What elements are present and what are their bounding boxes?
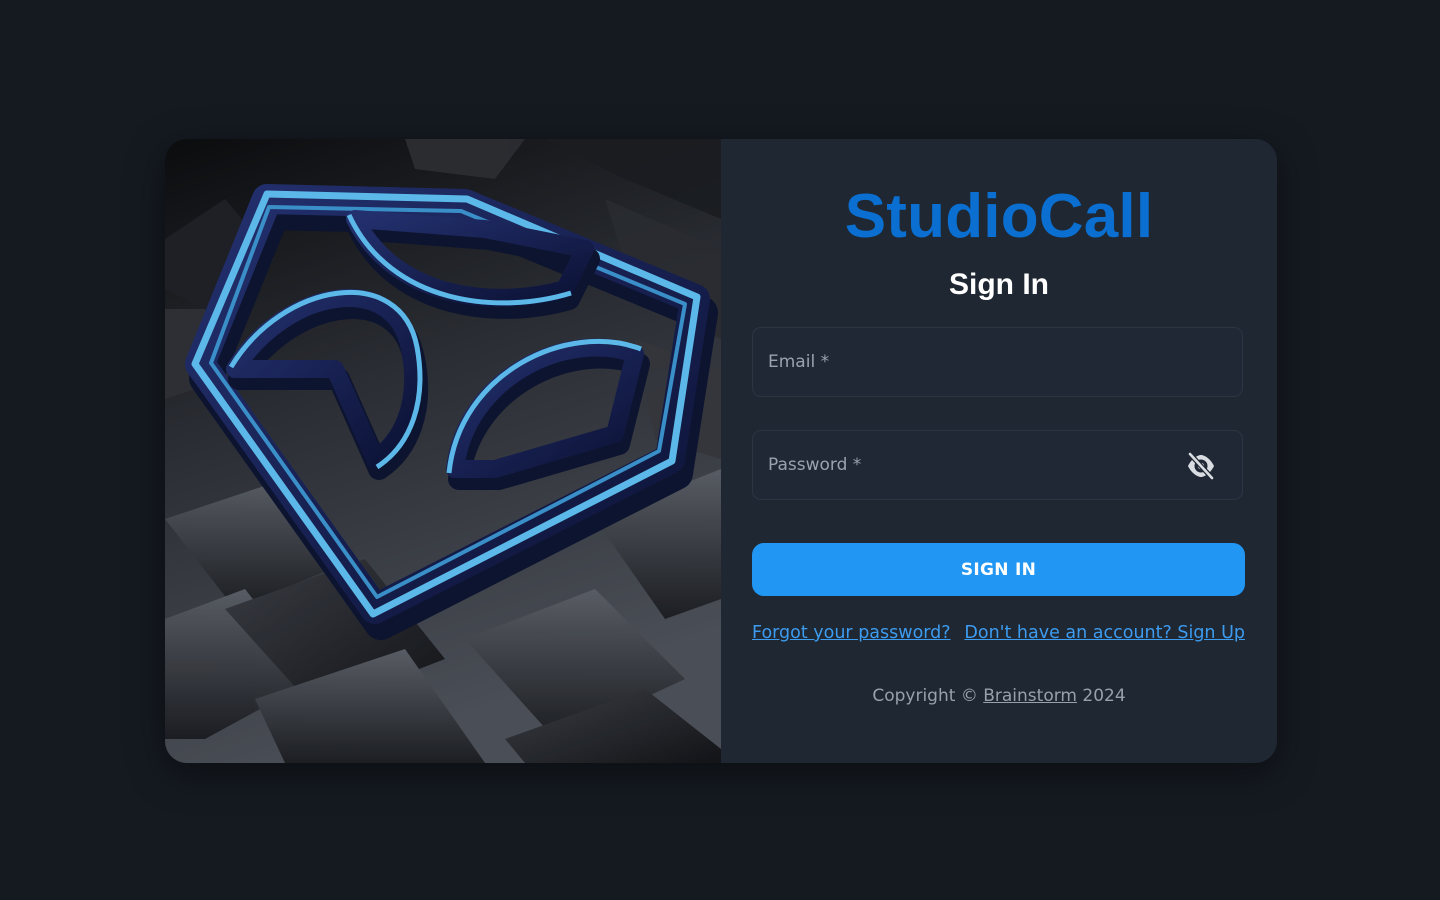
password-input[interactable]	[753, 431, 1242, 499]
copyright-footer: Copyright © Brainstorm 2024	[721, 686, 1277, 706]
password-field[interactable]	[752, 430, 1243, 500]
hero-image	[165, 139, 721, 763]
copyright-prefix: Copyright ©	[872, 686, 978, 706]
brand-title: StudioCall	[844, 182, 1154, 251]
sign-in-button[interactable]: SIGN IN	[752, 543, 1245, 596]
sign-in-heading: Sign In	[949, 268, 1049, 301]
email-input[interactable]	[753, 328, 1242, 396]
sign-in-panel: StudioCall Sign In SIGN IN Forgot your p…	[721, 139, 1277, 763]
login-card: StudioCall Sign In SIGN IN Forgot your p…	[165, 139, 1277, 763]
sign-up-link[interactable]: Don't have an account? Sign Up	[964, 623, 1245, 643]
copyright-year: 2024	[1082, 686, 1126, 706]
company-link[interactable]: Brainstorm	[983, 686, 1077, 706]
forgot-password-link[interactable]: Forgot your password?	[752, 623, 951, 643]
email-field[interactable]	[752, 327, 1243, 397]
hero-logo-illustration	[165, 139, 721, 763]
eye-off-icon[interactable]	[1186, 451, 1216, 481]
